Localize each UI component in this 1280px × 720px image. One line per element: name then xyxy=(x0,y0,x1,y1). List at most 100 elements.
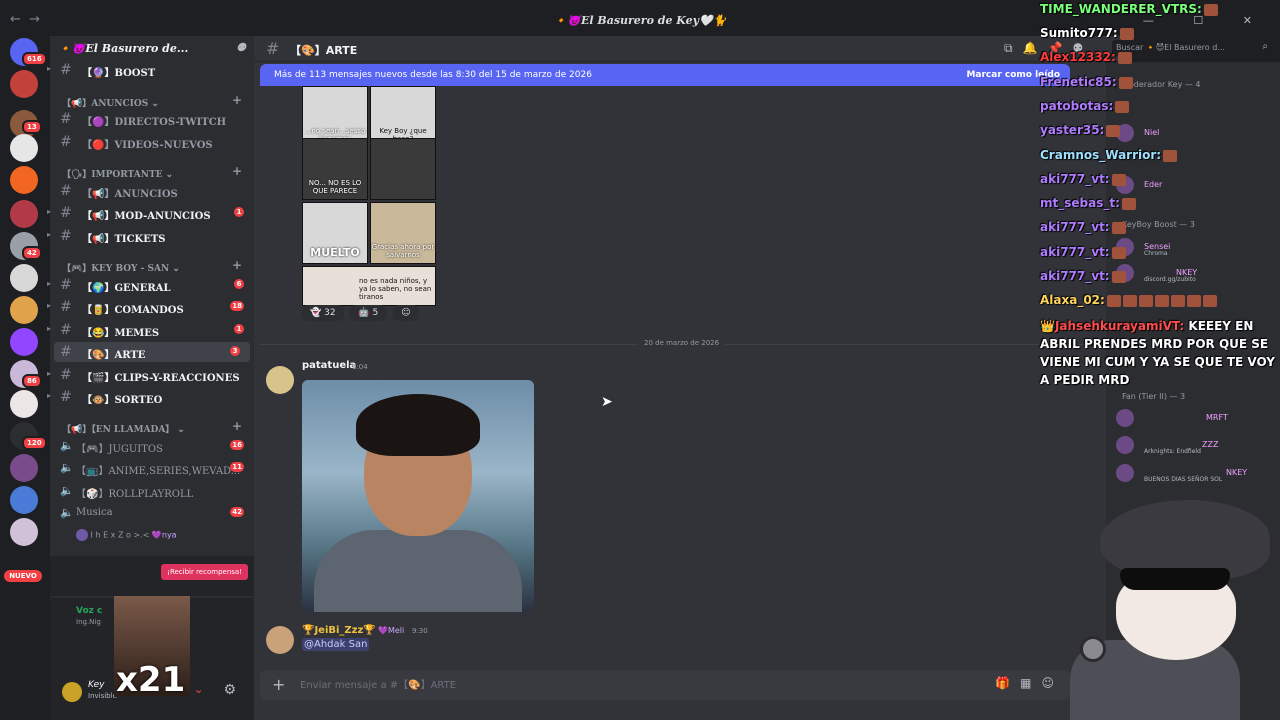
channel-mod-anuncios[interactable]: ▸ # 【📢】MOD-ANUNCIOS 1 xyxy=(47,203,254,223)
channel-tickets[interactable]: ▸ # 【📢】TICKETS xyxy=(47,226,254,246)
category-importante[interactable]: 【🗣】IMPORTANTE ⌄ + xyxy=(62,164,242,180)
channel-directos-twitch[interactable]: # 【🟣】DIRECTOS-TWITCH xyxy=(50,109,254,129)
add-channel-icon[interactable]: + xyxy=(232,419,242,433)
microphone-icon xyxy=(1080,636,1106,662)
person-add-icon[interactable]: ⚉ xyxy=(236,41,246,54)
new-messages-banner[interactable]: Más de 113 mensajes nuevos desde las 8:3… xyxy=(260,64,1070,86)
server-rail: 616 13 42 86 120 NUEVO xyxy=(0,36,50,720)
channel-boost[interactable]: ▸ # 【🔮】BOOST xyxy=(47,60,254,80)
guild-header[interactable]: 🔸😈El Basurero de... ⚉ xyxy=(50,36,254,60)
image-caption: NO... NO ES LO QUE PARECE xyxy=(308,179,362,195)
mention-badge: 18 xyxy=(230,301,244,311)
channel-label: 【📢】MOD-ANUNCIOS xyxy=(82,211,211,222)
channel-comandos[interactable]: ▸ # 【🥫】COMANDOS 18 xyxy=(47,297,254,317)
message-author[interactable]: 🏆JeiBi_Zzz🏆 xyxy=(302,625,376,636)
speaker-icon: 🔈 xyxy=(60,461,74,474)
voice-channel-sub[interactable]: Ing.Nig xyxy=(76,618,101,626)
meme-image-wide[interactable]: no es nada niños, y ya lo saben, no sean… xyxy=(302,266,436,306)
channel-general[interactable]: ▸ # 【🌍】GENERAL 6 xyxy=(47,275,254,295)
category-keyboy[interactable]: 【🎮】KEY BOY - SAN ⌄ + xyxy=(62,258,242,274)
server-icon[interactable] xyxy=(10,518,38,546)
category-en-llamada[interactable]: 【📢】【EN LLAMADA】 ⌄ + xyxy=(62,419,242,435)
avatar xyxy=(1116,436,1134,454)
stream-chat-overlay: TIME_WANDERER_VTRS: Sumito777: Alex12332… xyxy=(1038,0,1280,400)
category-anuncios[interactable]: 【📢】ANUNCIOS ⌄ + xyxy=(62,93,242,109)
channel-videos-nuevos[interactable]: # 【🔴】VIDEOS-NUEVOS xyxy=(50,132,254,152)
claim-reward-button[interactable]: ¡Recibir recompensa! xyxy=(161,564,248,580)
member-tag: 💜nya xyxy=(151,530,177,540)
voice-channel-musica[interactable]: 🔈 Musica 42 xyxy=(50,503,254,523)
image-caption: no es nada niños, y ya lo saben, no sean… xyxy=(359,277,432,301)
voice-channel-rollplayroll[interactable]: 🔈 【🎲】ROLLPLAYROLL xyxy=(50,481,254,501)
chat-line: Sumito777: xyxy=(1040,26,1134,40)
channel-memes[interactable]: ▸ # 【😂】MEMES 1 xyxy=(47,320,254,340)
server-icon[interactable] xyxy=(10,454,38,482)
emote-icon xyxy=(1119,27,1134,40)
voice-channel-juguitos[interactable]: 🔈 【🎮】JUGUITOS 16 xyxy=(50,436,254,456)
twitch-server-icon[interactable] xyxy=(10,328,38,356)
voice-connected-label: Voz c xyxy=(76,606,103,616)
member-activity: Arknights: Endfield xyxy=(1144,448,1201,455)
message-input[interactable] xyxy=(300,677,900,693)
user-mention[interactable]: @Ahdak San xyxy=(302,638,370,651)
channel-sorteo[interactable]: ▸ # 【🐵】SORTEO xyxy=(47,387,254,407)
avatar[interactable] xyxy=(266,626,294,654)
meme-image[interactable]: Gracias ahora por salvarnos xyxy=(370,202,436,264)
reaction-chip[interactable]: 🤖 5 xyxy=(350,305,387,321)
channel-clips[interactable]: ▸ # 【🎬】CLIPS-Y-REACCIONES xyxy=(47,365,254,385)
meme-image[interactable] xyxy=(370,138,436,200)
server-icon[interactable] xyxy=(10,296,38,324)
chat-username: Cramnos_Warrior: xyxy=(1040,148,1162,162)
attached-photo[interactable] xyxy=(302,380,534,612)
avatar[interactable] xyxy=(266,366,294,394)
meme-image[interactable]: MUELTO xyxy=(302,202,368,264)
username[interactable]: Key xyxy=(88,680,104,690)
member-item[interactable]: MRFT xyxy=(1116,407,1276,429)
channel-label: 【📺】ANIME,SERIES,WEVAD... xyxy=(76,466,241,477)
emote-icon xyxy=(1118,76,1133,89)
message-author[interactable]: patatuela xyxy=(302,360,356,371)
message-time: 9:30 xyxy=(412,627,428,635)
server-icon[interactable] xyxy=(10,134,38,162)
server-icon[interactable] xyxy=(10,486,38,514)
add-channel-icon[interactable]: + xyxy=(232,93,242,107)
member-item[interactable]: NKEY BUENOS DIAS SEÑOR SOL xyxy=(1116,462,1276,484)
add-channel-icon[interactable]: + xyxy=(232,164,242,178)
voice-member[interactable]: I h E x Z o >.< 💜nya xyxy=(76,529,177,541)
message-time: 1:04 xyxy=(352,363,368,371)
emote-icon xyxy=(1138,294,1153,307)
voice-channel-anime[interactable]: 🔈 【📺】ANIME,SERIES,WEVAD... 11 xyxy=(50,458,254,478)
add-reaction-button[interactable]: ☺ xyxy=(393,305,419,321)
hash-icon: # xyxy=(266,39,280,58)
server-icon[interactable] xyxy=(10,166,38,194)
gear-icon[interactable]: ⚙ xyxy=(223,682,236,698)
chat-username: aki777_vt: xyxy=(1040,172,1110,186)
channel-label: 【🎲】ROLLPLAYROLL xyxy=(76,489,194,500)
attach-plus-icon[interactable]: + xyxy=(272,675,285,694)
collapse-icon: ▸ xyxy=(47,279,52,288)
server-icon[interactable] xyxy=(10,390,38,418)
hash-icon: # xyxy=(60,322,72,338)
avatar[interactable] xyxy=(62,682,82,702)
add-channel-icon[interactable]: + xyxy=(232,258,242,272)
server-icon[interactable] xyxy=(10,264,38,292)
channel-label: 【📢】ANUNCIOS xyxy=(82,189,178,200)
emote-icon xyxy=(1202,294,1217,307)
server-icon[interactable] xyxy=(10,200,38,228)
emote-icon xyxy=(1111,221,1126,234)
mention-badge: 6 xyxy=(234,279,244,289)
reaction-chip[interactable]: 👻 32 xyxy=(302,305,344,321)
chat-username: aki777_vt: xyxy=(1040,220,1110,234)
emote-icon xyxy=(1121,197,1136,210)
channel-label: 【🌍】GENERAL xyxy=(82,283,171,294)
user-status: Invisible xyxy=(88,692,117,700)
collapse-icon: ▸ xyxy=(47,391,52,400)
channel-anuncios[interactable]: # 【📢】ANUNCIOS xyxy=(50,181,254,201)
server-icon[interactable] xyxy=(10,70,38,98)
meme-image[interactable]: NO... NO ES LO QUE PARECE xyxy=(302,138,368,200)
category-label: 【📢】【EN LLAMADA】 ⌄ xyxy=(62,425,185,435)
emote-icon xyxy=(1186,294,1201,307)
member-item[interactable]: ZZZ Arknights: Endfield xyxy=(1116,434,1276,456)
channel-arte[interactable]: # 【🎨】ARTE 3 xyxy=(54,342,250,362)
voice-member-name: I h E x Z o >.< xyxy=(90,530,150,540)
